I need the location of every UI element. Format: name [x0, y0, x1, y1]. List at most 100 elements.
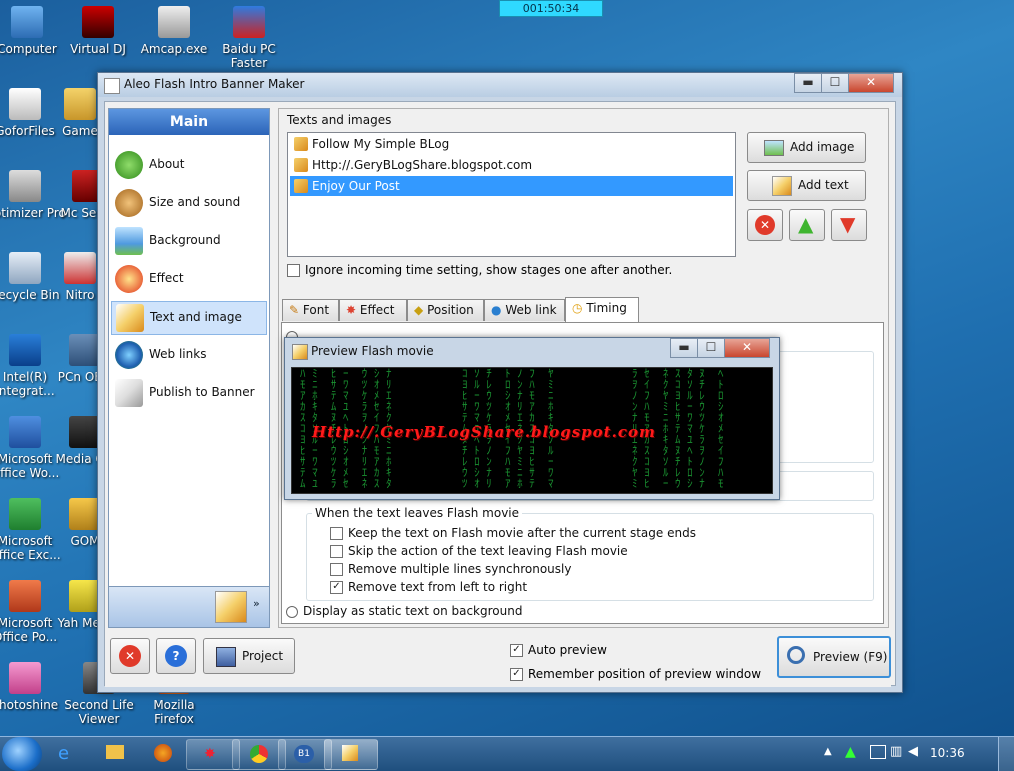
magnifier-icon — [787, 646, 805, 664]
add-image-button[interactable]: Add image — [747, 132, 866, 163]
taskbar-firefox[interactable] — [140, 739, 186, 768]
delete-item-button[interactable]: ✕ — [747, 209, 783, 241]
chrome-icon — [250, 745, 268, 763]
delete-icon: ✕ — [755, 215, 775, 235]
add-text-icon — [772, 176, 792, 196]
photoshine-icon — [9, 662, 41, 694]
checkbox-checked[interactable]: ✓ — [330, 581, 343, 594]
preview-maximize-button[interactable]: ☐ — [697, 338, 725, 358]
checkbox-checked[interactable]: ✓ — [510, 668, 523, 681]
tray-chevron-icon[interactable]: ▲ — [824, 746, 832, 757]
radio[interactable] — [286, 605, 298, 618]
checkbox[interactable] — [330, 527, 343, 540]
clock-icon: ◷ — [572, 301, 583, 315]
desktop-icon-optimizer[interactable]: Optimizer Pro — [0, 170, 66, 220]
nav-item-publish[interactable]: Publish to Banner — [111, 377, 265, 409]
add-text-button[interactable]: Add text — [747, 170, 866, 201]
tab-position[interactable]: ◆ Position — [407, 299, 484, 321]
action-center-icon[interactable] — [870, 745, 886, 759]
pencil-icon — [294, 179, 308, 193]
skip-action-checkbox[interactable]: Skip the action of the text leaving Flas… — [330, 544, 628, 558]
tab-font[interactable]: ✎ Font — [282, 299, 339, 321]
folder-icon — [106, 745, 124, 759]
checkbox-checked[interactable]: ✓ — [510, 644, 523, 657]
preview-minimize-button[interactable]: ▬ — [670, 338, 698, 358]
amcap-icon — [158, 6, 190, 38]
desktop-icon-baidu[interactable]: Baidu PC Faster — [208, 6, 290, 70]
expand-chevron-icon[interactable]: » — [253, 597, 260, 610]
desktop-icon-photoshine[interactable]: Photoshine — [0, 662, 66, 712]
list-item-selected[interactable]: Enjoy Our Post — [290, 176, 733, 196]
clock[interactable]: 10:36 — [930, 746, 965, 760]
burst-icon: ✸ — [204, 746, 216, 762]
taskbar-aleo[interactable] — [324, 739, 378, 770]
tab-web-link[interactable]: ● Web link — [484, 299, 565, 321]
save-disk-icon — [216, 647, 236, 667]
cookie-icon — [115, 189, 143, 217]
remove-left-right-checkbox[interactable]: ✓ Remove text from left to right — [330, 580, 527, 594]
pencil-icon — [292, 344, 308, 360]
desktop-icon-amcap[interactable]: Amcap.exe — [133, 6, 215, 56]
powerpoint-icon — [9, 580, 41, 612]
maximize-button[interactable]: ☐ — [821, 73, 849, 93]
close-button[interactable]: ✕ — [848, 73, 894, 93]
tab-timing[interactable]: ◷ Timing — [565, 297, 639, 322]
title-bar[interactable]: Aleo Flash Intro Banner Maker ▬ ☐ ✕ — [98, 73, 902, 97]
start-button[interactable] — [2, 737, 42, 771]
preview-button[interactable]: Preview (F9) — [777, 636, 891, 678]
publish-icon — [115, 379, 143, 407]
network-icon[interactable]: ▥ — [890, 744, 902, 759]
project-button[interactable]: Project — [203, 638, 295, 674]
picture-icon — [115, 227, 143, 255]
remove-lines-checkbox[interactable]: Remove multiple lines synchronously — [330, 562, 571, 576]
move-up-button[interactable]: ▲ — [789, 209, 825, 241]
pencil-icon[interactable] — [215, 591, 247, 623]
nav-item-size-sound[interactable]: Size and sound — [111, 187, 265, 219]
computer-icon — [11, 6, 43, 38]
close-icon: ✕ — [119, 645, 141, 667]
desktop-icon-virtualdj[interactable]: Virtual DJ — [57, 6, 139, 56]
static-text-radio[interactable]: Display as static text on background — [286, 604, 522, 618]
volume-icon[interactable]: ◀ — [908, 744, 918, 759]
tab-effect[interactable]: ✸ Effect — [339, 299, 407, 321]
excel-icon — [9, 498, 41, 530]
preview-close-button[interactable]: ✕ — [724, 338, 770, 358]
flash-text: Http://.GeryBLogShare.blogspot.com — [312, 423, 656, 441]
ignore-time-checkbox[interactable]: Ignore incoming time setting, show stage… — [287, 263, 672, 277]
checkbox[interactable] — [287, 264, 300, 277]
timer-display: 001:50:34 — [499, 0, 603, 17]
nav-item-effect[interactable]: Effect — [111, 263, 265, 295]
nav-item-web-links[interactable]: Web links — [111, 339, 265, 371]
preview-title: Preview Flash movie — [311, 344, 434, 358]
pencil-icon — [294, 137, 308, 151]
auto-preview-checkbox[interactable]: ✓ Auto preview — [510, 643, 607, 657]
list-item[interactable]: Follow My Simple BLog — [290, 134, 733, 154]
nav-item-background[interactable]: Background — [111, 225, 265, 257]
preview-window: Preview Flash movie ▬ ☐ ✕ ﾊ ﾐ ﾋ ｰ ｳ ｼ ﾅ … — [284, 337, 780, 500]
checkbox[interactable] — [330, 545, 343, 558]
nav-item-about[interactable]: About — [111, 149, 265, 181]
burst-icon — [115, 265, 143, 293]
list-item[interactable]: Http://.GeryBLogShare.blogspot.com — [290, 155, 733, 175]
tray-app-icon[interactable]: ▲ — [845, 744, 856, 760]
nav-header: Main — [109, 109, 269, 135]
checkbox[interactable] — [330, 563, 343, 576]
firefox-icon — [154, 744, 172, 762]
globe-icon — [115, 341, 143, 369]
show-desktop-button[interactable] — [998, 737, 1014, 771]
remember-position-checkbox[interactable]: ✓ Remember position of preview window — [510, 667, 761, 681]
nav-item-text-image[interactable]: Text and image — [111, 301, 267, 335]
exit-button[interactable]: ✕ — [110, 638, 150, 674]
texts-images-title: Texts and images — [287, 113, 392, 127]
minimize-button[interactable]: ▬ — [794, 73, 822, 93]
texts-images-list[interactable]: Follow My Simple BLog Http://.GeryBLogSh… — [287, 132, 736, 257]
taskbar-explorer[interactable] — [92, 739, 138, 768]
move-down-button[interactable]: ▼ — [831, 209, 867, 241]
keep-text-checkbox[interactable]: Keep the text on Flash movie after the c… — [330, 526, 696, 540]
pencil-icon — [342, 745, 358, 761]
globe-icon: ● — [491, 303, 502, 317]
taskbar-ie[interactable]: e — [44, 739, 90, 768]
app-icon — [104, 78, 120, 94]
help-button[interactable]: ? — [156, 638, 196, 674]
leave-group-title: When the text leaves Flash movie — [312, 506, 523, 520]
